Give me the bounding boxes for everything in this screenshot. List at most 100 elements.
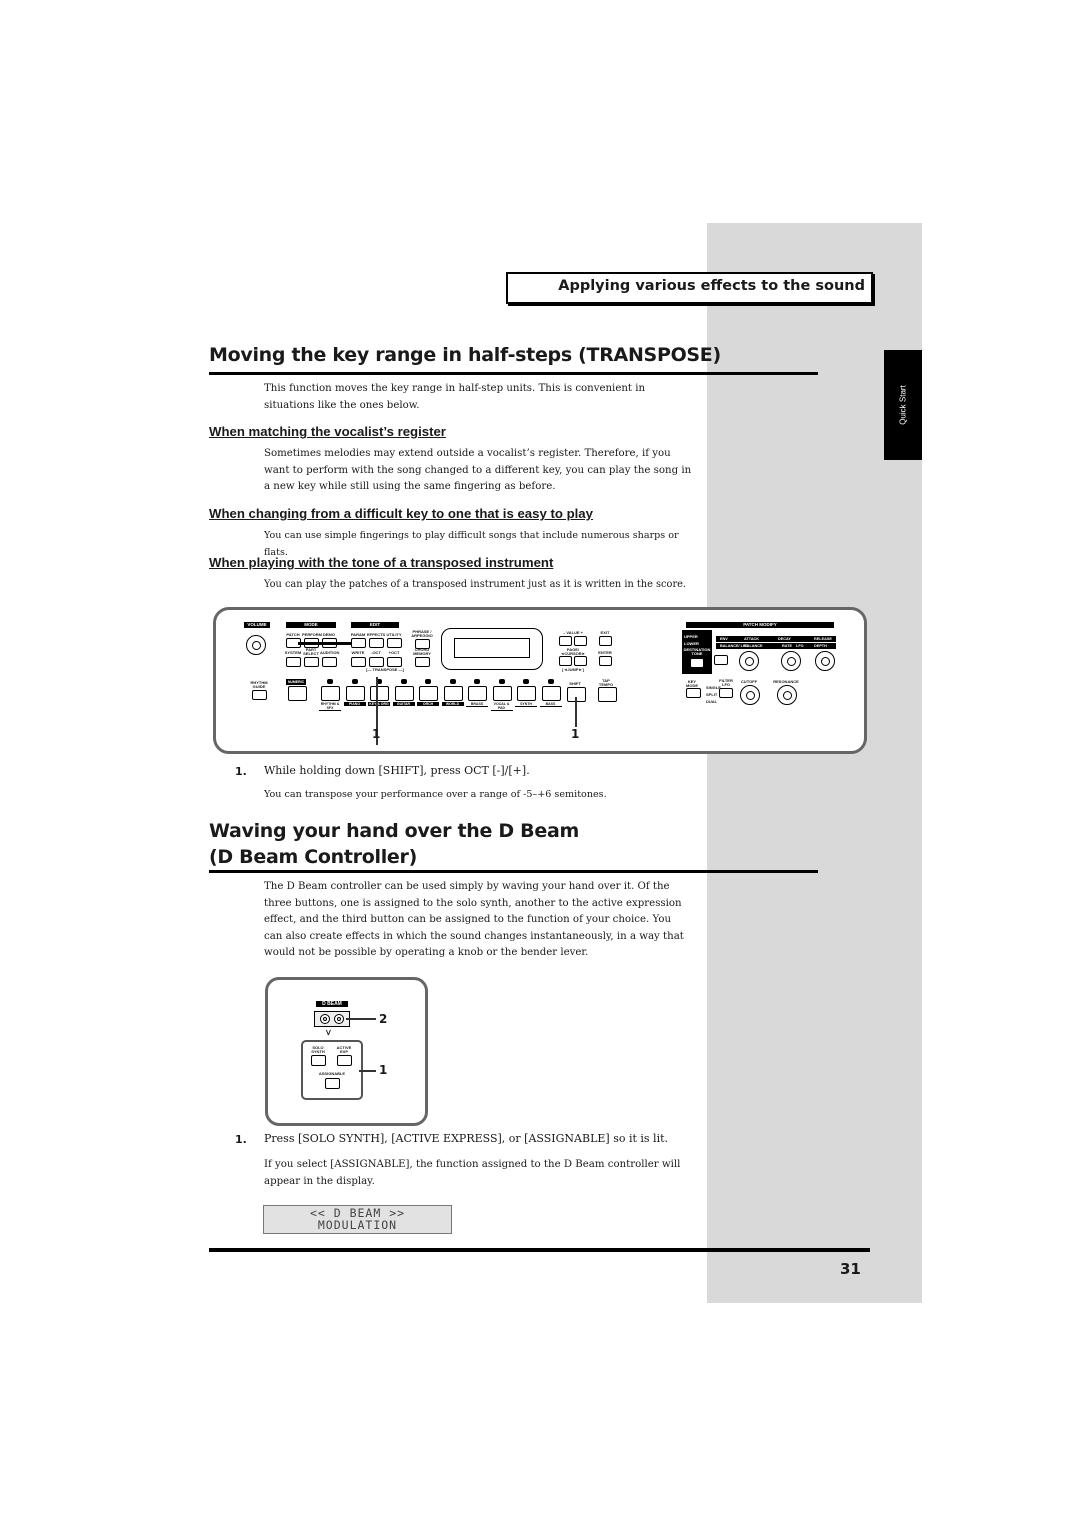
callout-line-shift — [575, 697, 577, 727]
chord-memory-button — [415, 657, 430, 667]
upper-label: UPPER — [684, 634, 698, 639]
active-exp-button — [337, 1055, 352, 1066]
category-label: VOCAL & PAD — [490, 702, 513, 711]
callout-2-sensor: 2 — [379, 1012, 388, 1026]
case-heading-vocalist: When matching the vocalist’s register — [209, 424, 446, 439]
lcd-display: << D BEAM >> MODULATION — [263, 1205, 452, 1234]
oct-minus-label: -OCT — [371, 650, 381, 655]
active-exp-label: ACTIVE EXP — [336, 1045, 352, 1054]
rhythm-guide-button — [252, 690, 267, 700]
dbeam-sensor-eye-left — [320, 1014, 330, 1024]
dbeam-beam-icon: ᐯ — [326, 1030, 331, 1037]
enter-button — [599, 656, 612, 666]
part-select-button — [304, 657, 319, 667]
front-panel-diagram: VOLUME MODE PATCH PERFORM DEMO SYSTEM PA… — [213, 607, 867, 754]
part-select-label: PART SELECT — [303, 647, 319, 656]
audition-label: AUDITION — [320, 650, 340, 655]
title-rule — [209, 372, 818, 375]
category-button — [394, 686, 414, 701]
cutoff-knob — [740, 685, 760, 705]
cursor-right-button — [574, 656, 587, 666]
tap-tempo-label: TAP TEMPO — [598, 678, 614, 687]
resonance-knob — [777, 685, 797, 705]
patch-modify-label: PATCH MODIFY — [686, 622, 834, 628]
transpose-step-number: 1. — [235, 765, 247, 778]
chapter-tab: Quick Start — [884, 350, 922, 460]
depth-knob — [815, 651, 835, 671]
effects-label: EFFECTS — [367, 632, 386, 637]
transpose-intro: This function moves the key range in hal… — [264, 383, 646, 411]
patch-label: PATCH — [286, 632, 300, 637]
balance-knob — [739, 651, 759, 671]
case-text-transposed-instrument: You can play the patches of a transposed… — [264, 579, 687, 590]
rhythm-guide-label: RHYTHM GUIDE — [250, 680, 268, 689]
release-label: RELEASE — [814, 637, 832, 641]
section-header-title: Applying various effects to the sound — [558, 278, 865, 294]
rate-label: RATE — [782, 644, 793, 648]
category-button — [370, 686, 389, 701]
destination-tone-button — [690, 658, 704, 668]
category-indicator — [498, 679, 505, 684]
rate-knob — [781, 651, 801, 671]
balance-row: BALANCE/ LFO BALANCE RATE LFO DEPTH — [716, 643, 836, 649]
enter-label: ENTER — [598, 650, 612, 655]
system-label: SYSTEM — [284, 650, 302, 655]
chord-memory-label: CHORD MEMORY — [413, 647, 431, 656]
env-label: ENV — [720, 637, 728, 641]
category-indicator — [474, 679, 480, 684]
dbeam-label: D BEAM — [316, 1001, 348, 1007]
edit-label: EDIT — [351, 622, 399, 628]
category-indicator — [449, 679, 456, 684]
param-button — [351, 638, 366, 648]
category-indicator — [351, 679, 358, 684]
category-button — [517, 686, 536, 701]
tap-tempo-button — [598, 687, 617, 702]
value-dec-button — [559, 636, 572, 646]
category-button — [321, 686, 340, 701]
assignable-button — [325, 1078, 340, 1089]
env-row: ENV ATTACK DECAY RELEASE — [716, 636, 836, 642]
footer-rule — [209, 1248, 870, 1252]
category-label: BASS — [539, 702, 562, 707]
callout-line-2 — [346, 1018, 376, 1020]
category-button — [468, 686, 487, 701]
category-indicator — [547, 679, 554, 684]
utility-button — [387, 638, 402, 648]
volume-knob — [246, 635, 266, 655]
cursor-left-button — [559, 656, 572, 666]
assignable-label: ASSIGNABLE — [318, 1071, 346, 1076]
value-inc-button — [574, 636, 587, 646]
solo-synth-button — [311, 1055, 326, 1066]
cutoff-label: CUTOFF — [740, 679, 758, 684]
value-label: – VALUE + — [562, 630, 584, 635]
category-button — [345, 686, 365, 701]
case-heading-difficult-key: When changing from a difficult key to on… — [209, 506, 593, 521]
case-heading-transposed-instrument: When playing with the tone of a transpos… — [209, 555, 554, 570]
destination-tone-label: DESTINATION TONE — [683, 647, 711, 656]
category-indicator — [425, 679, 431, 684]
filter-lfo-button — [719, 688, 733, 698]
callout-line-1 — [359, 1070, 376, 1072]
exit-button — [599, 636, 612, 646]
category-label: WORLD — [441, 702, 464, 706]
lower-label: LOWER — [684, 641, 699, 646]
transpose-label: [— TRANSPOSE —] — [366, 667, 404, 672]
section-header-box: Applying various effects to the sound — [506, 272, 873, 304]
category-button — [419, 686, 438, 701]
category-button — [492, 686, 512, 701]
category-label: RHYTHM & SFX — [319, 702, 341, 711]
param-label: PARAM — [350, 632, 366, 637]
category-button — [541, 686, 561, 701]
case-text-vocalist: Sometimes melodies may extend outside a … — [264, 448, 692, 492]
solo-synth-label: SOLO SYNTH — [311, 1045, 325, 1054]
dbeam-sensor — [314, 1011, 350, 1027]
volume-label: VOLUME — [244, 622, 270, 628]
callout-1-buttons: 1 — [379, 1063, 388, 1077]
system-button — [286, 657, 301, 667]
effects-button — [369, 638, 384, 648]
dbeam-step-text: Press [SOLO SYNTH], [ACTIVE EXPRESS], or… — [264, 1132, 669, 1145]
jump-label: [◄JUMP►] — [562, 667, 584, 672]
display-screen — [454, 638, 530, 658]
exit-label: EXIT — [600, 630, 610, 635]
dual-label: DUAL — [706, 699, 718, 704]
